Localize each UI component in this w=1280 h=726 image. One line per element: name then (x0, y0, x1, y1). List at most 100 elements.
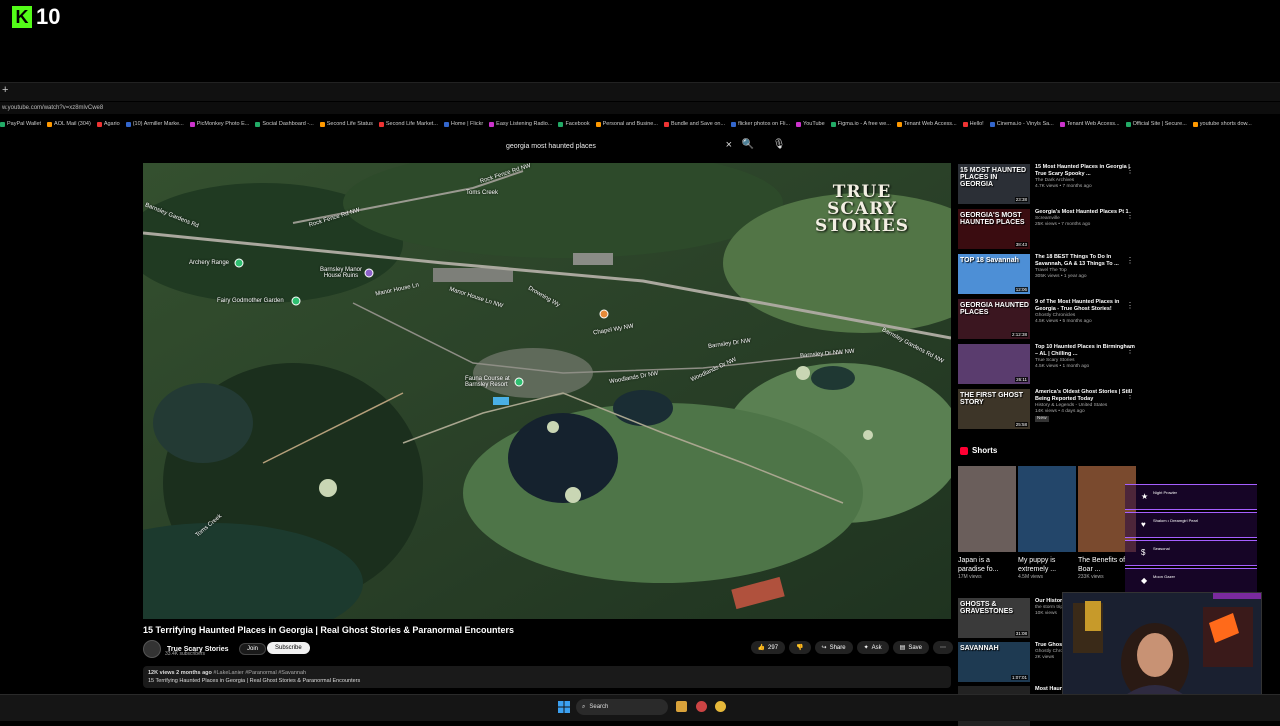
bookmark-favicon-icon (830, 121, 836, 127)
short-video[interactable]: My puppy is extremely ... 4.5M views (1018, 466, 1076, 580)
join-button[interactable]: Join (239, 643, 267, 655)
video-thumbnail[interactable]: 15 MOST HAUNTED PLACES IN GEORGIA 23:38 (958, 164, 1030, 204)
video-stats: 305K views • 1 year ago (1035, 274, 1087, 279)
video-title[interactable]: 9 of The Most Haunted Places in Georgia … (1035, 299, 1138, 313)
more-options-icon[interactable]: ⋮ (1126, 166, 1134, 175)
share-icon: ↪ (821, 645, 827, 651)
bookmark-item[interactable]: Figma.io - A free we... (830, 121, 891, 127)
bookmark-item[interactable]: Tenant Web Access... (896, 121, 957, 127)
bookmark-item[interactable]: YouTube (796, 121, 825, 127)
bookmark-favicon-icon (96, 121, 102, 127)
bookmark-item[interactable]: PayPal Wallet (0, 121, 41, 127)
more-options-icon[interactable]: ⋮ (1126, 346, 1134, 355)
video-meta: America's Oldest Ghost Stories | Still B… (1035, 389, 1138, 429)
video-stats: 14K views • 4 days ago (1035, 409, 1085, 414)
video-thumbnail[interactable]: SAVANNAH 1:07:01 (958, 642, 1030, 682)
file-explorer-icon[interactable] (676, 701, 687, 712)
video-duration: 26:11 (1015, 377, 1028, 382)
stream-alert-item: ♥ Shalom • Dreamgirl Pearl (1125, 512, 1257, 538)
video-title[interactable]: The 18 BEST Things To Do In Savannah, GA… (1035, 254, 1138, 268)
search-button[interactable]: 🔍 (740, 139, 756, 153)
bookmark-item[interactable]: Second Life Market... (378, 121, 438, 127)
short-video[interactable]: Japan is a paradise fo... 17M views (958, 466, 1016, 580)
address-bar[interactable]: w.youtube.com/watch?v=xz8mlvCwe8 (0, 102, 1280, 114)
short-thumbnail[interactable] (958, 466, 1016, 552)
bookmark-item[interactable]: Home | Flickr (443, 121, 483, 127)
bookmark-item[interactable]: PicMonkey Photo E... (189, 121, 249, 127)
video-thumbnail[interactable]: 26:11 (958, 344, 1030, 384)
bookmark-item[interactable]: Bundle and Save on... (663, 121, 725, 127)
recommended-video[interactable]: THE FIRST GHOST STORY 25:58 America's Olde… (958, 389, 1138, 429)
bookmark-item[interactable]: Second Life Status (319, 121, 373, 127)
short-title[interactable]: Japan is a paradise fo... (958, 556, 1016, 574)
recommended-video[interactable]: 15 MOST HAUNTED PLACES IN GEORGIA 23:38 15… (958, 164, 1138, 204)
more-options-icon[interactable]: ⋮ (1126, 211, 1134, 220)
like-button[interactable]: 👍 297 (750, 641, 786, 654)
video-thumbnail[interactable]: GHOSTS & GRAVESTONES 31:08 (958, 598, 1030, 638)
video-description[interactable]: 12K views 2 months ago #LakeLanier #Para… (143, 666, 951, 688)
bookmark-item[interactable]: youtube shorts dow... (1192, 121, 1252, 127)
video-title[interactable]: America's Oldest Ghost Stories | Still B… (1035, 389, 1138, 403)
app-icon[interactable] (696, 701, 707, 712)
recommended-video[interactable]: GEORGIA'S MOST HAUNTED PLACES 38:43 Georgi… (958, 209, 1138, 249)
video-owner-row: True Scary Stories 33.4K subscribers Joi… (143, 640, 953, 658)
short-thumbnail[interactable] (1018, 466, 1076, 552)
bookmark-label: Hello! (969, 121, 984, 127)
share-button[interactable]: ↪ Share (814, 641, 853, 654)
stream-alert-item: ★ Night Prowler (1125, 484, 1257, 510)
windows-start-icon[interactable] (558, 701, 570, 713)
bookmark-item[interactable]: Easy Listening Radio... (489, 121, 552, 127)
alert-icon: ★ (1141, 492, 1149, 501)
video-title[interactable]: Top 10 Haunted Places in Birmingham – AL… (1035, 344, 1138, 358)
bookmark-item[interactable]: Facebook (558, 121, 590, 127)
subscribe-button[interactable]: Subscribe (267, 642, 310, 654)
bookmark-icon: ▤ (899, 645, 906, 651)
video-thumbnail[interactable]: GEORGIA'S MOST HAUNTED PLACES 38:43 (958, 209, 1030, 249)
video-duration: 23:38 (1014, 197, 1028, 202)
bookmark-item[interactable]: Social Dashboard -... (255, 121, 314, 127)
bookmark-item[interactable]: Hello! (962, 121, 984, 127)
video-thumbnail[interactable]: TOP 18 Savannah 12:06 (958, 254, 1030, 294)
clear-search-icon[interactable]: × (726, 139, 732, 151)
dislike-button[interactable]: 👎 (789, 641, 811, 654)
more-options-icon[interactable]: ⋮ (1126, 391, 1134, 400)
bookmark-item[interactable]: flicker photos on Fli... (731, 121, 790, 127)
bookmark-item[interactable]: Official Site | Secure... (1125, 121, 1187, 127)
bookmark-item[interactable]: Tenant Web Access... (1059, 121, 1120, 127)
search-box[interactable]: georgia most haunted places × (500, 138, 738, 154)
ask-button[interactable]: ✦ Ask (856, 641, 889, 654)
video-thumbnail[interactable]: THE FIRST GHOST STORY 25:58 (958, 389, 1030, 429)
like-count: 297 (768, 644, 779, 651)
voice-search-button[interactable]: 🎙 (772, 139, 786, 153)
video-title[interactable]: Georgia's Most Haunted Places Pt 1 (1035, 209, 1138, 216)
new-tab-button[interactable]: + (2, 84, 8, 96)
taskbar-search[interactable]: ⌕ Search (576, 699, 668, 715)
bookmark-favicon-icon (125, 121, 131, 127)
more-options-icon[interactable]: ⋮ (1126, 301, 1134, 310)
video-title[interactable]: 15 Most Haunted Places in Georgia | True… (1035, 164, 1138, 178)
bookmark-label: Facebook (565, 121, 590, 127)
bookmark-item[interactable]: (10) Armiller Marke... (125, 121, 184, 127)
save-button[interactable]: ▤ Save (892, 641, 929, 654)
search-input[interactable]: georgia most haunted places (500, 143, 738, 150)
bookmark-favicon-icon (489, 121, 495, 127)
video-meta: Georgia's Most Haunted Places Pt 1 Scream… (1035, 209, 1138, 249)
recommended-video[interactable]: 26:11 Top 10 Haunted Places in Birmingham… (958, 344, 1138, 384)
bookmark-item[interactable]: Cinema.io - Vinyls Sa... (989, 121, 1054, 127)
bookmark-item[interactable]: Personal and Busine... (595, 121, 658, 127)
more-actions-button[interactable]: ⋯ (933, 641, 953, 654)
chrome-icon[interactable] (715, 701, 726, 712)
recommended-video[interactable]: GEORGIA HAUNTED PLACES 2:12:38 9 of The Mo… (958, 299, 1138, 339)
video-thumbnail[interactable]: GEORGIA HAUNTED PLACES 2:12:38 (958, 299, 1030, 339)
bookmark-item[interactable]: Agario (96, 121, 120, 127)
bookmark-item[interactable]: AOL Mail (304) (47, 121, 91, 127)
hashtags[interactable]: #LakeLanier #Paranormal #Savannah (213, 670, 306, 676)
more-options-icon[interactable]: ⋮ (1126, 256, 1134, 265)
thumbnail-text: THE FIRST GHOST STORY (960, 392, 1023, 406)
thumbnail-text: SAVANNAH (960, 645, 999, 652)
address-url[interactable]: w.youtube.com/watch?v=xz8mlvCwe8 (0, 105, 103, 111)
bookmark-favicon-icon (47, 121, 53, 127)
channel-avatar[interactable] (143, 640, 161, 658)
short-title[interactable]: My puppy is extremely ... (1018, 556, 1076, 574)
recommended-video[interactable]: TOP 18 Savannah 12:06 The 18 BEST Things T… (958, 254, 1138, 294)
